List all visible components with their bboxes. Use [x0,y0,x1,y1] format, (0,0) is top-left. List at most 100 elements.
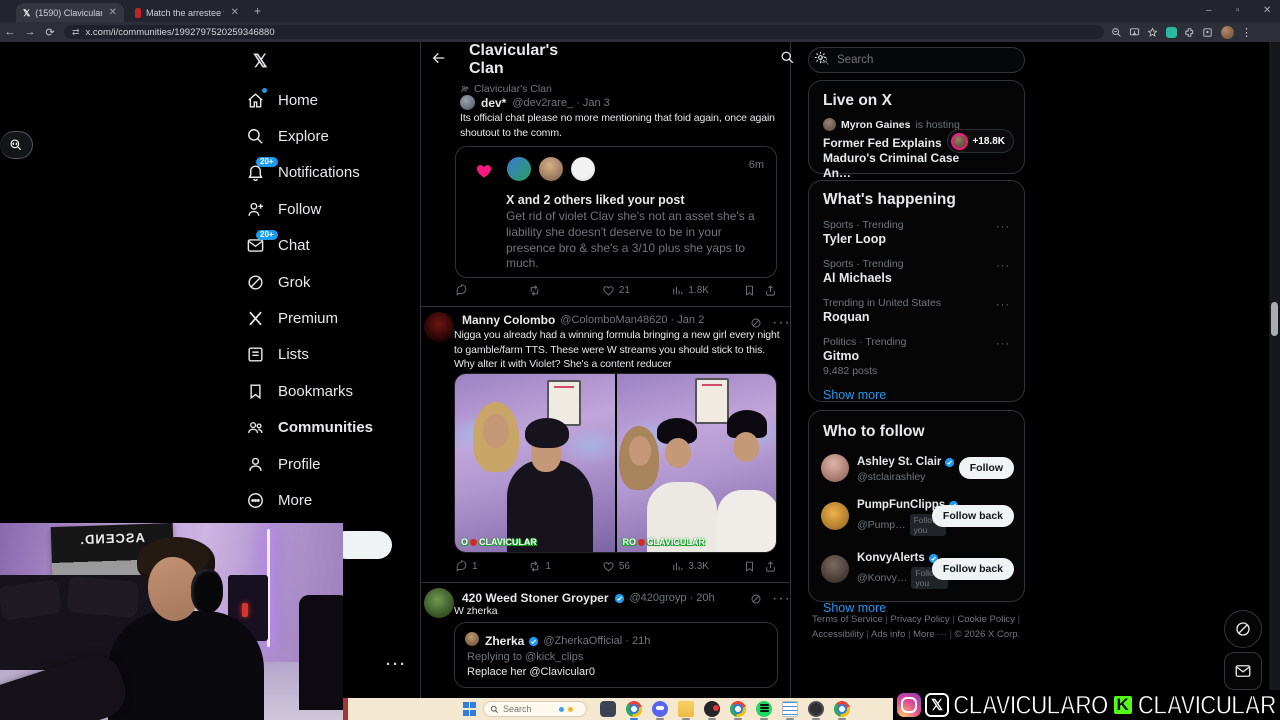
follow-back-button[interactable]: Follow back [931,558,1014,580]
views-button[interactable]: 3.3K [671,560,739,573]
tab-close-icon[interactable]: ✕ [109,7,117,18]
sidebar-item-follow[interactable]: Follow [246,191,416,227]
follow-button[interactable]: Follow [958,457,1014,479]
taskbar-search[interactable] [483,701,587,717]
gear-icon[interactable] [813,50,828,70]
taskbar-chrome-icon[interactable] [626,701,642,717]
account-more-icon[interactable]: ··· [386,656,407,673]
bookmark-button[interactable] [743,560,756,573]
views-button[interactable]: 1.8K [671,284,739,297]
x-logo[interactable]: 𝕏 [253,51,268,72]
tab-group-icon[interactable] [1202,27,1213,38]
like-button[interactable]: 56 [602,560,672,573]
bookmark-button[interactable] [743,284,756,297]
install-icon[interactable] [1129,27,1140,38]
sidebar-item-notifications[interactable]: 20+ Notifications [246,155,416,191]
sidebar-item-grok[interactable]: Grok [246,264,416,300]
avatar[interactable] [424,588,454,618]
like-button[interactable]: 21 [602,284,672,297]
follow-suggestion[interactable]: KonvyAlerts @Konvy… Follows you Follow b… [821,549,1014,589]
trend-item[interactable]: Politics · Trending Gitmo 9,482 posts ··… [823,336,1010,377]
liked-post-card[interactable]: 6m X and 2 others liked your post Get ri… [455,146,777,278]
post-media[interactable]: O CLAVICULAR RO CLAVICULAR [454,373,777,553]
trend-item[interactable]: Sports · Trending Al Michaels ··· [823,258,1010,285]
trend-more-icon[interactable]: ··· [996,299,1010,311]
tab-close-icon[interactable]: ✕ [231,7,239,18]
start-button[interactable] [463,702,477,716]
taskbar-notepad-icon[interactable] [782,701,798,717]
avatar[interactable] [460,95,475,110]
trend-more-icon[interactable]: ··· [996,338,1010,350]
close-button[interactable]: ✕ [1263,5,1271,16]
footer-link[interactable]: Privacy Policy [891,614,958,625]
repost-button[interactable] [528,284,601,297]
taskbar-spotify-icon[interactable] [756,701,772,717]
quoted-post[interactable]: Zherka @ZherkaOfficial · 21h Replying to… [454,622,778,688]
sidebar-item-home[interactable]: Home [246,82,416,118]
browser-menu-icon[interactable]: ⋮ [1241,26,1252,39]
screen-magnifier-button[interactable] [0,131,33,159]
maximize-button[interactable]: ▫ [1236,5,1240,16]
footer-link[interactable]: Terms of Service [812,614,891,625]
grok-fab-button[interactable] [1224,610,1262,648]
trend-more-icon[interactable]: ··· [996,221,1010,233]
sidebar-item-bookmarks[interactable]: Bookmarks [246,373,416,409]
taskbar-app-icon[interactable] [704,701,720,717]
trend-item[interactable]: Sports · Trending Tyler Loop ··· [823,219,1010,246]
trend-item[interactable]: Trending in United States Roquan ··· [823,297,1010,324]
show-more-link[interactable]: Show more [823,388,1024,402]
browser-profile-avatar[interactable] [1221,25,1234,39]
taskbar-chrome-icon[interactable] [730,701,746,717]
widgets-button[interactable] [343,698,348,720]
reload-icon[interactable]: ⟳ [40,26,60,39]
taskbar-browser-icon[interactable] [834,701,850,717]
follow-back-button[interactable]: Follow back [931,505,1014,527]
footer-more-link[interactable]: More ··· [913,629,955,640]
sidebar-item-premium[interactable]: Premium [246,300,416,336]
live-on-x-card[interactable]: Live on X Myron Gaines is hosting Former… [808,80,1025,180]
scrollbar-track[interactable] [1269,42,1280,698]
zoom-indicator-icon[interactable] [1111,27,1122,38]
post-more-icon[interactable]: ··· [772,590,791,608]
reply-button[interactable] [455,284,528,297]
taskbar-search-input[interactable] [503,704,555,714]
footer-link[interactable]: Cookie Policy [957,614,1020,625]
new-tab-button[interactable]: + [254,4,261,18]
post-community-row[interactable]: Clavicular's Clan [460,83,552,95]
trend-more-icon[interactable]: ··· [996,260,1010,272]
search-icon[interactable] [780,50,795,70]
extensions-puzzle-icon[interactable] [1184,27,1195,38]
sidebar-item-more[interactable]: More [246,482,416,518]
search-box[interactable] [808,47,1025,73]
browser-tab-2[interactable]: Match the arrestee with their a... ✕ [128,3,246,22]
author-name[interactable]: 420 Weed Stoner Groyper [462,591,609,605]
url-bar[interactable]: ⇄ x.com/i/communities/199279752025934688… [64,25,1104,39]
sidebar-item-chat[interactable]: 20+ Chat [246,228,416,264]
liker-avatar[interactable] [569,155,597,183]
taskbar-discord-icon[interactable] [652,701,668,717]
taskbar-explorer-icon[interactable] [678,701,694,717]
reply-button[interactable]: 1 [455,560,528,573]
sidebar-item-lists[interactable]: Lists [246,337,416,373]
repost-button[interactable]: 1 [528,560,601,573]
footer-link[interactable]: Ads info [871,629,913,640]
back-icon[interactable]: ← [0,26,20,38]
liker-avatar[interactable] [537,155,565,183]
grok-actions-icon[interactable] [750,593,762,605]
extension-icon[interactable] [1166,26,1177,38]
scrollbar-thumb[interactable] [1271,302,1278,336]
avatar[interactable] [424,312,454,342]
live-viewers-pill[interactable]: +18.8K [947,129,1014,153]
taskbar-camera-app-icon[interactable] [808,701,824,717]
follow-suggestion[interactable]: Ashley St. Clair @stclairashley Follow [821,453,1014,483]
sidebar-item-communities[interactable]: Communities [246,410,416,446]
taskbar-task-view-icon[interactable] [600,701,616,717]
minimize-button[interactable]: – [1206,5,1212,16]
author-name[interactable]: Manny Colombo [462,313,555,327]
bookmark-star-icon[interactable] [1147,26,1158,38]
share-button[interactable] [764,284,777,297]
forward-icon[interactable]: → [20,26,40,38]
search-input[interactable] [837,54,987,66]
back-arrow-icon[interactable] [431,50,447,71]
author-name[interactable]: dev* [481,96,506,110]
